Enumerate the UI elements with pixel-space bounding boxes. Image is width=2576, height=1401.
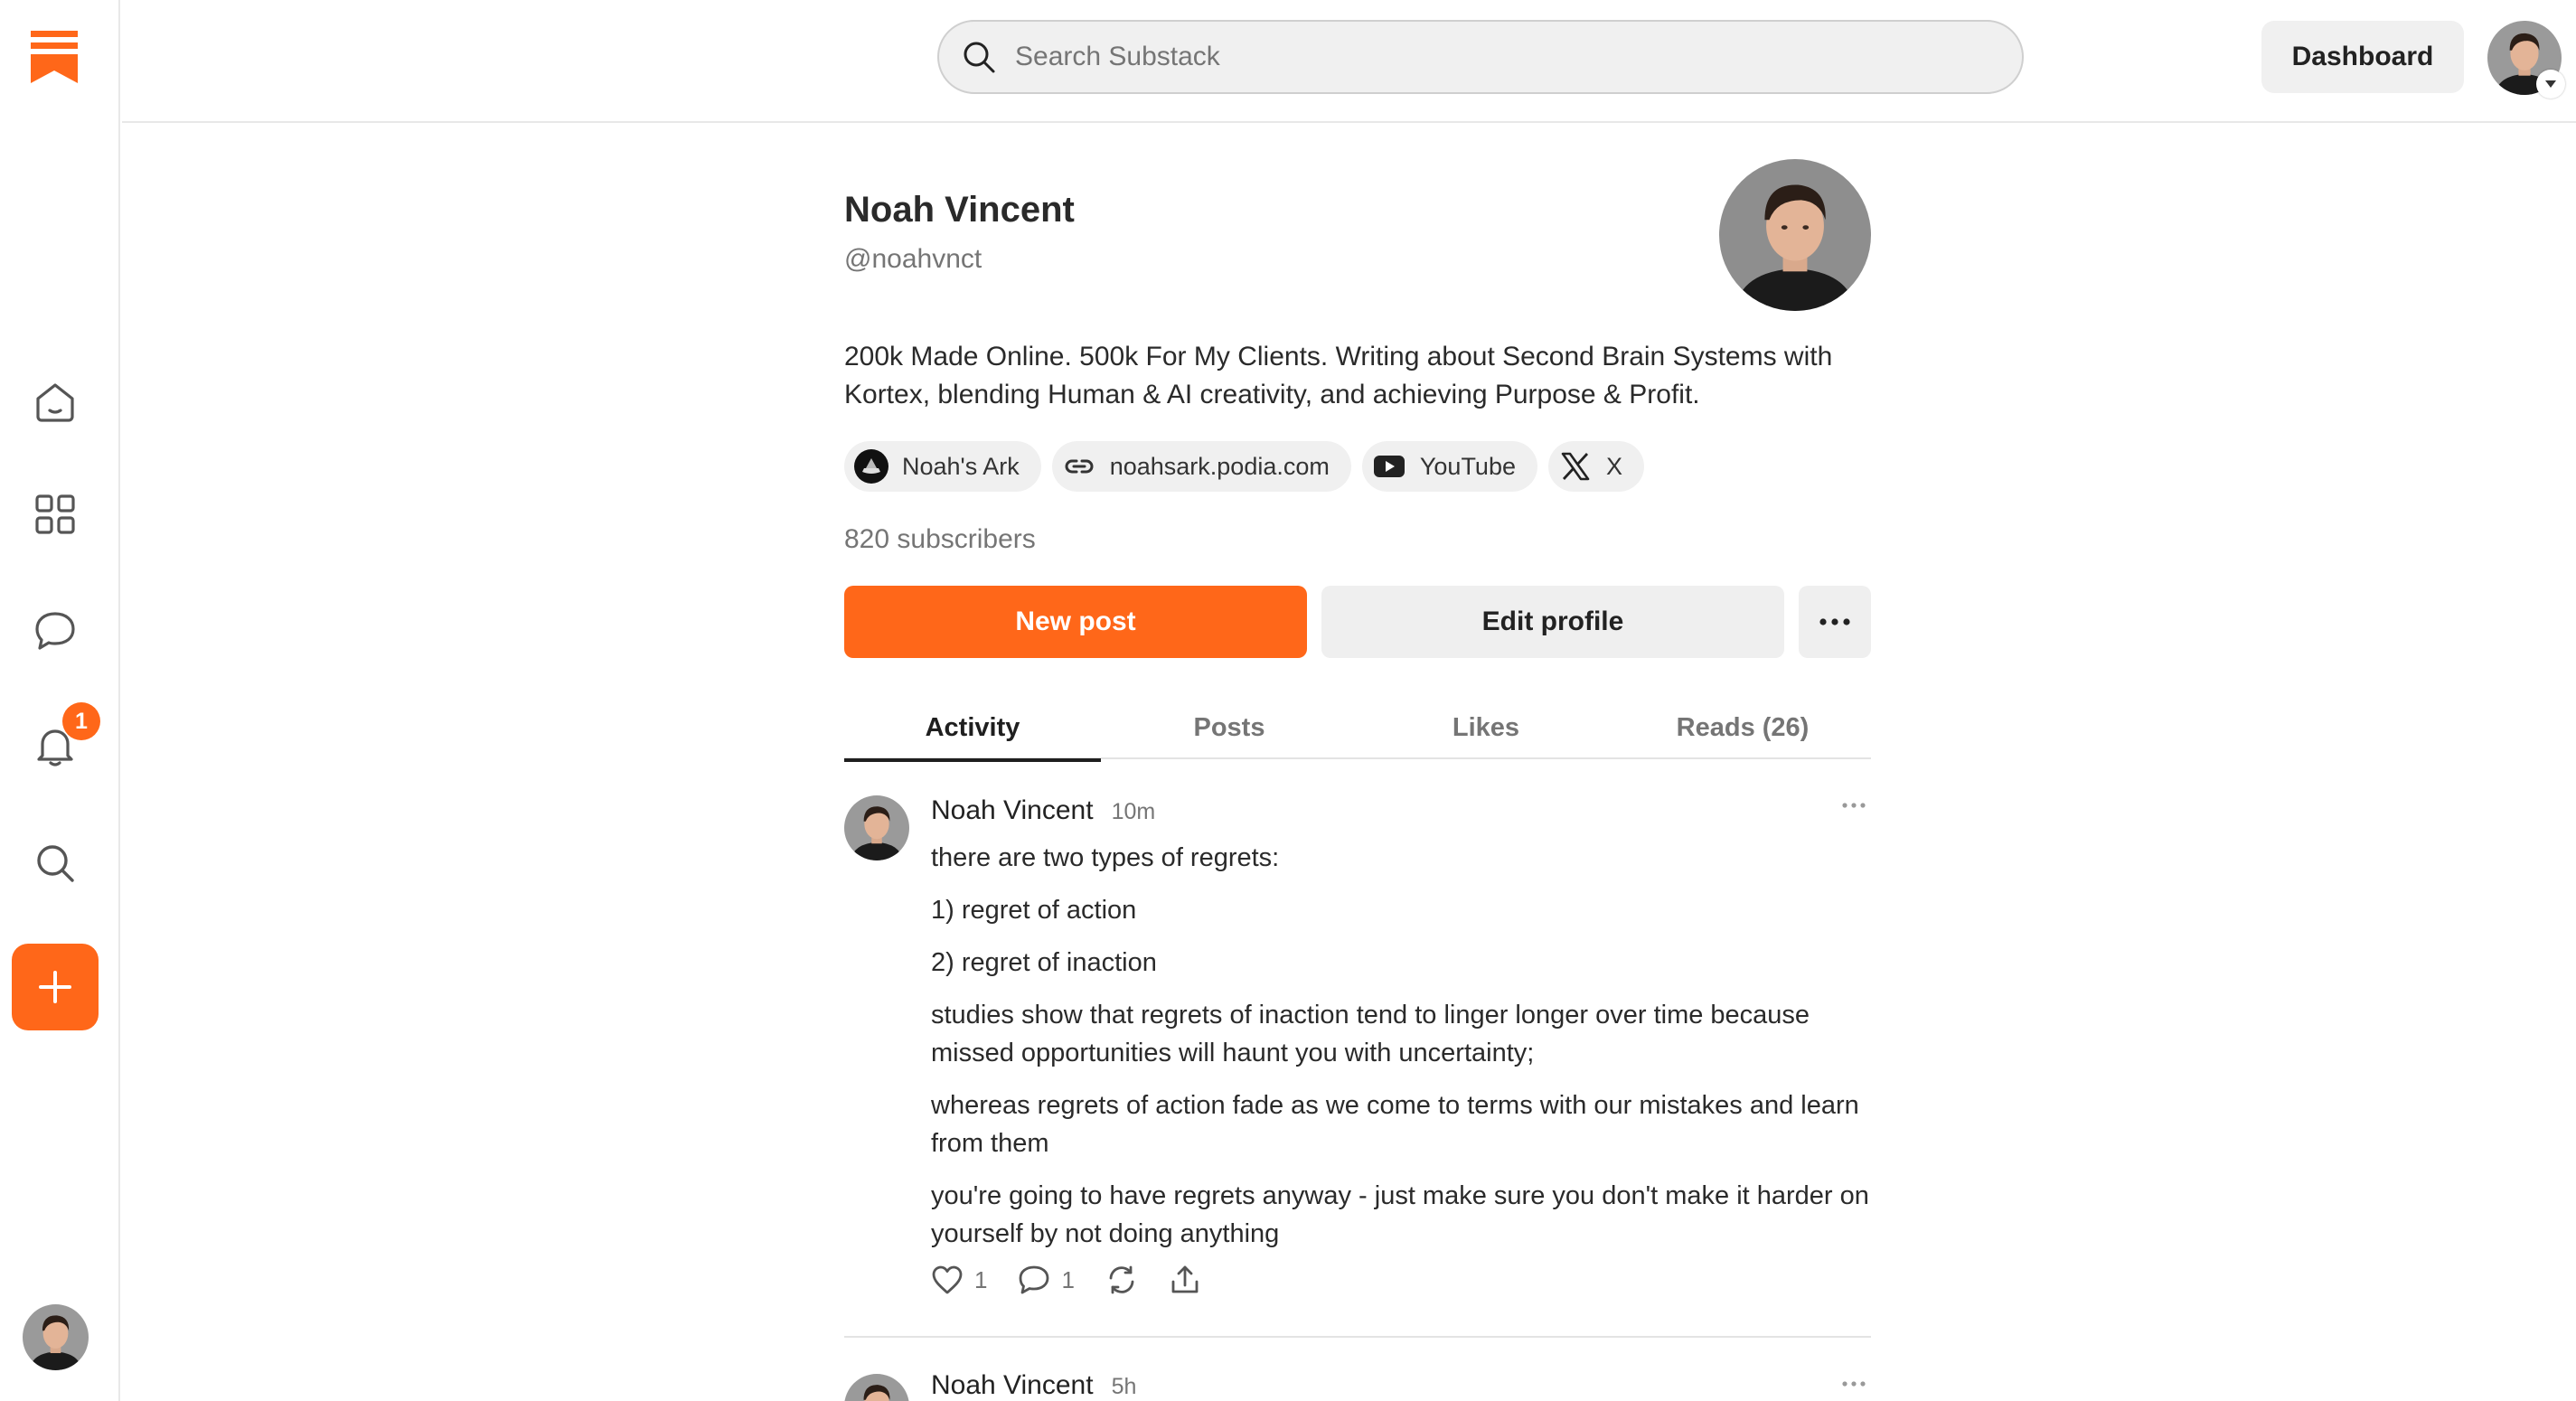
chevron-down-icon bbox=[2536, 70, 2565, 99]
youtube-icon bbox=[1371, 448, 1407, 484]
post-author-name[interactable]: Noah Vincent bbox=[931, 1374, 1094, 1401]
link-chip-label: YouTube bbox=[1419, 452, 1516, 480]
search-icon[interactable] bbox=[30, 838, 80, 889]
post-author-avatar[interactable] bbox=[844, 1374, 909, 1401]
tab-activity[interactable]: Activity bbox=[844, 696, 1101, 762]
search-icon bbox=[964, 42, 995, 73]
like-count: 1 bbox=[974, 1265, 988, 1293]
link-chip-label: Noah's Ark bbox=[902, 452, 1020, 480]
post-actions: 1 1 bbox=[931, 1264, 1232, 1296]
tab-reads[interactable]: Reads (26) bbox=[1614, 696, 1871, 759]
post-paragraph: there are two types of regrets: bbox=[931, 843, 1280, 872]
profile-handle: @noahvnct bbox=[844, 244, 982, 274]
comment-icon bbox=[1020, 1265, 1049, 1294]
tab-posts[interactable]: Posts bbox=[1101, 696, 1358, 759]
post-paragraph: 2) regret of inaction bbox=[931, 948, 1157, 977]
top-bar: Dashboard bbox=[122, 0, 2576, 123]
create-button[interactable] bbox=[12, 944, 99, 1030]
post-paragraph: 1) regret of action bbox=[931, 896, 1137, 925]
link-chip-website[interactable]: noahsark.podia.com bbox=[1051, 441, 1351, 492]
profile-name: Noah Vincent bbox=[844, 190, 1075, 230]
post-author-avatar[interactable] bbox=[844, 795, 909, 860]
post-paragraph: whereas regrets of action fade as we com… bbox=[931, 1091, 1859, 1158]
heart-icon bbox=[932, 1265, 963, 1294]
more-options-button[interactable] bbox=[1799, 586, 1871, 658]
link-chip-label: X bbox=[1605, 452, 1622, 480]
post-timestamp[interactable]: 10m bbox=[1112, 799, 1156, 825]
publication-logo-icon bbox=[853, 448, 889, 484]
post-header: Noah Vincent 10m bbox=[931, 795, 1155, 826]
notification-badge: 1 bbox=[62, 702, 100, 740]
post-author-name[interactable]: Noah Vincent bbox=[931, 795, 1094, 826]
link-chip-label: noahsark.podia.com bbox=[1109, 452, 1330, 480]
grid-icon[interactable] bbox=[30, 489, 80, 540]
post-divider bbox=[844, 1336, 1871, 1338]
share-button[interactable] bbox=[1169, 1264, 1201, 1296]
note-post: Noah Vincent 5h bbox=[844, 1374, 1871, 1401]
post-menu-button[interactable] bbox=[1842, 1381, 1866, 1387]
share-icon bbox=[1171, 1265, 1199, 1293]
profile-links: Noah's Ark noahsark.podia.com YouTube X bbox=[844, 441, 1644, 492]
note-post: Noah Vincent 10m there are two types of … bbox=[844, 795, 1871, 1320]
post-menu-button[interactable] bbox=[1842, 803, 1866, 808]
profile-avatar bbox=[1719, 159, 1871, 311]
comment-count: 1 bbox=[1061, 1265, 1075, 1293]
search-input[interactable] bbox=[1013, 41, 1989, 73]
profile-bio: 200k Made Online. 500k For My Clients. W… bbox=[844, 342, 1833, 409]
post-paragraph: studies show that regrets of inaction te… bbox=[931, 1001, 1810, 1067]
post-timestamp[interactable]: 5h bbox=[1112, 1374, 1137, 1400]
link-chip-youtube[interactable]: YouTube bbox=[1361, 441, 1537, 492]
home-icon[interactable] bbox=[30, 377, 80, 428]
edit-profile-button[interactable]: Edit profile bbox=[1321, 586, 1784, 658]
link-icon bbox=[1061, 448, 1097, 484]
profile-tabs: Activity Posts Likes Reads (26) bbox=[844, 696, 1871, 762]
ellipsis-icon bbox=[1819, 618, 1850, 625]
like-button[interactable]: 1 bbox=[931, 1265, 987, 1295]
account-menu-avatar[interactable] bbox=[2487, 21, 2565, 99]
ellipsis-icon bbox=[1842, 1381, 1866, 1387]
ellipsis-icon bbox=[1842, 803, 1866, 808]
substack-logo[interactable] bbox=[31, 31, 78, 83]
subscriber-count[interactable]: 820 subscribers bbox=[844, 524, 1036, 555]
chat-bubble-icon[interactable] bbox=[30, 606, 80, 656]
new-post-button[interactable]: New post bbox=[844, 586, 1307, 658]
plus-icon bbox=[39, 971, 71, 1003]
left-sidebar: 1 bbox=[0, 0, 120, 1401]
dashboard-button[interactable]: Dashboard bbox=[2261, 21, 2464, 93]
sidebar-avatar[interactable] bbox=[23, 1304, 89, 1370]
restack-button[interactable] bbox=[1105, 1264, 1138, 1296]
post-header: Noah Vincent 5h bbox=[931, 1374, 1136, 1401]
link-chip-publication[interactable]: Noah's Ark bbox=[844, 441, 1041, 492]
post-body: there are two types of regrets: 1) regre… bbox=[931, 839, 1871, 1264]
restack-icon bbox=[1109, 1265, 1134, 1294]
search-bar[interactable] bbox=[937, 20, 2024, 94]
tab-likes[interactable]: Likes bbox=[1358, 696, 1614, 759]
link-chip-x[interactable]: X bbox=[1547, 441, 1644, 492]
x-logo-icon bbox=[1557, 448, 1594, 484]
comment-button[interactable]: 1 bbox=[1018, 1265, 1075, 1295]
post-paragraph: you're going to have regrets anyway - ju… bbox=[931, 1181, 1869, 1248]
